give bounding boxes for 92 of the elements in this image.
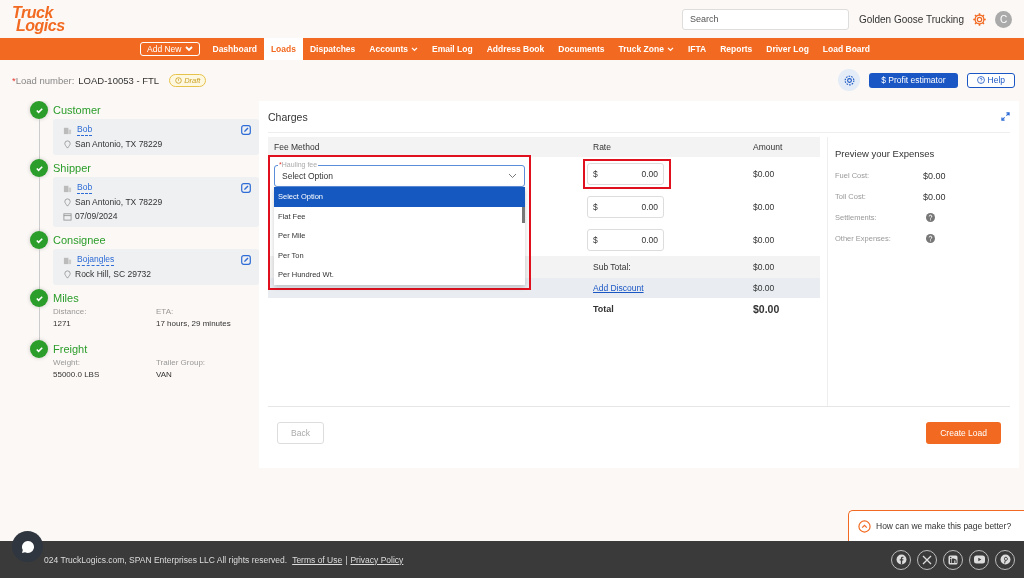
nav-tab[interactable]: Address Book bbox=[479, 38, 552, 60]
subtotal-amount: $0.00 bbox=[752, 262, 776, 272]
address-text: San Antonio, TX 78229 bbox=[75, 197, 163, 208]
amount-text: $0.00 bbox=[752, 168, 776, 179]
field-label: ETA: bbox=[156, 307, 175, 316]
help-button[interactable]: Help bbox=[966, 72, 1015, 88]
settings-icon[interactable] bbox=[972, 11, 987, 27]
company-link[interactable]: Bojangles bbox=[77, 254, 115, 266]
company-link[interactable]: Bob bbox=[77, 124, 93, 136]
step-title: Consignee bbox=[53, 233, 107, 248]
profit-estimator-button[interactable]: $ Profit estimator bbox=[869, 72, 958, 88]
help-icon[interactable] bbox=[926, 234, 935, 243]
address-text: San Antonio, TX 78229 bbox=[75, 139, 163, 150]
nav-tab[interactable]: Documents bbox=[551, 38, 612, 60]
separator-text: | bbox=[345, 554, 348, 565]
company-link[interactable]: Bob bbox=[77, 182, 93, 194]
back-button[interactable]: Back bbox=[277, 422, 324, 444]
check-icon bbox=[30, 101, 48, 119]
field-label: Weight: bbox=[53, 358, 81, 367]
section-title: Charges bbox=[268, 110, 308, 123]
location-pin-icon bbox=[63, 270, 72, 279]
load-number: LOAD-10053 - FTL bbox=[78, 74, 160, 86]
nav-tab[interactable]: Load Board bbox=[815, 38, 878, 60]
field-value: VAN bbox=[156, 370, 173, 379]
field-label: Trailer Group: bbox=[156, 358, 207, 367]
edit-icon[interactable] bbox=[241, 183, 251, 193]
total-amount: $0.00 bbox=[752, 302, 781, 315]
check-icon bbox=[30, 159, 48, 177]
location-pin-icon bbox=[63, 140, 72, 149]
nav-tab[interactable]: Truck Zone bbox=[611, 38, 681, 60]
step-title: Customer bbox=[53, 103, 102, 118]
add-discount-link[interactable]: Add Discount bbox=[593, 283, 644, 293]
building-icon bbox=[63, 183, 72, 193]
field-value: 1271 bbox=[53, 319, 72, 328]
edit-icon[interactable] bbox=[241, 125, 251, 135]
search-field[interactable]: Search bbox=[681, 8, 849, 30]
load-number-label: *Load number: bbox=[12, 74, 75, 86]
copyright-text: 024 TruckLogics.com, SPAN Enterprises LLC All rights reserved. bbox=[44, 554, 288, 565]
date-text: 07/09/2024 bbox=[75, 211, 118, 222]
rate-field[interactable]: $ 0.00 bbox=[587, 162, 664, 185]
check-icon bbox=[30, 289, 48, 307]
nav-tab[interactable]: Driver Log bbox=[759, 38, 816, 60]
chevron-up-icon bbox=[858, 519, 871, 533]
rate-field[interactable]: $ 0.00 bbox=[587, 228, 664, 251]
expense-value: $0.00 bbox=[923, 170, 946, 181]
subtotal-label: Sub Total: bbox=[592, 262, 632, 272]
field-label: Distance: bbox=[53, 307, 88, 316]
building-icon bbox=[63, 125, 72, 135]
create-load-button[interactable]: Create Load bbox=[926, 422, 1001, 444]
expense-value: $0.00 bbox=[923, 191, 946, 202]
amount-text: $0.00 bbox=[752, 234, 776, 245]
check-icon bbox=[30, 231, 48, 249]
field-value: 55000.0 LBS bbox=[53, 370, 101, 379]
help-icon[interactable] bbox=[926, 213, 935, 222]
check-icon bbox=[30, 340, 48, 358]
company-name: Golden Goose Trucking bbox=[858, 13, 964, 25]
add-new-button[interactable]: Add New bbox=[140, 42, 200, 56]
step-title: Miles bbox=[53, 291, 80, 306]
step-title: Shipper bbox=[53, 161, 92, 176]
settings-button[interactable] bbox=[838, 69, 861, 91]
rate-field[interactable]: $ 0.00 bbox=[587, 195, 664, 218]
terms-link[interactable]: Terms of Use bbox=[292, 554, 343, 565]
logo[interactable]: Truck Logics bbox=[12, 6, 65, 32]
amount-text: $0.00 bbox=[752, 201, 776, 212]
settings-icon bbox=[842, 73, 856, 87]
nav-tab[interactable]: Reports bbox=[713, 38, 760, 60]
field-value: 17 hours, 29 minutes bbox=[156, 319, 232, 328]
location-pin-icon bbox=[63, 198, 72, 207]
question-icon bbox=[976, 76, 985, 84]
nav-tab[interactable]: Dashboard bbox=[205, 38, 264, 60]
address-text: Rock Hill, SC 29732 bbox=[75, 269, 152, 280]
building-icon bbox=[63, 255, 72, 265]
expand-icon[interactable] bbox=[1001, 112, 1010, 121]
nav-tab[interactable]: Dispatches bbox=[302, 38, 363, 60]
edit-icon[interactable] bbox=[241, 255, 251, 265]
nav-tab[interactable]: Accounts bbox=[362, 38, 426, 60]
chevron-down-icon bbox=[508, 173, 517, 179]
step-title: Freight bbox=[53, 342, 89, 357]
column-header: Rate bbox=[592, 142, 612, 152]
column-header: Fee Method bbox=[273, 142, 321, 152]
nav-tab[interactable]: IFTA bbox=[680, 38, 714, 60]
discount-amount: $0.00 bbox=[752, 283, 776, 293]
preview-title: Preview your Expenses bbox=[835, 148, 936, 159]
calendar-icon bbox=[63, 212, 72, 221]
feedback-tab[interactable]: How can we make this page better? bbox=[848, 510, 1024, 541]
chevron-down-icon bbox=[184, 46, 193, 52]
column-header: Amount bbox=[752, 142, 784, 152]
nav-tab[interactable]: Loads bbox=[263, 38, 303, 60]
privacy-link[interactable]: Privacy Policy bbox=[350, 554, 404, 565]
total-label: Total bbox=[592, 303, 615, 314]
nav-tab[interactable]: Email Log bbox=[425, 38, 480, 60]
chat-icon[interactable] bbox=[12, 531, 43, 562]
